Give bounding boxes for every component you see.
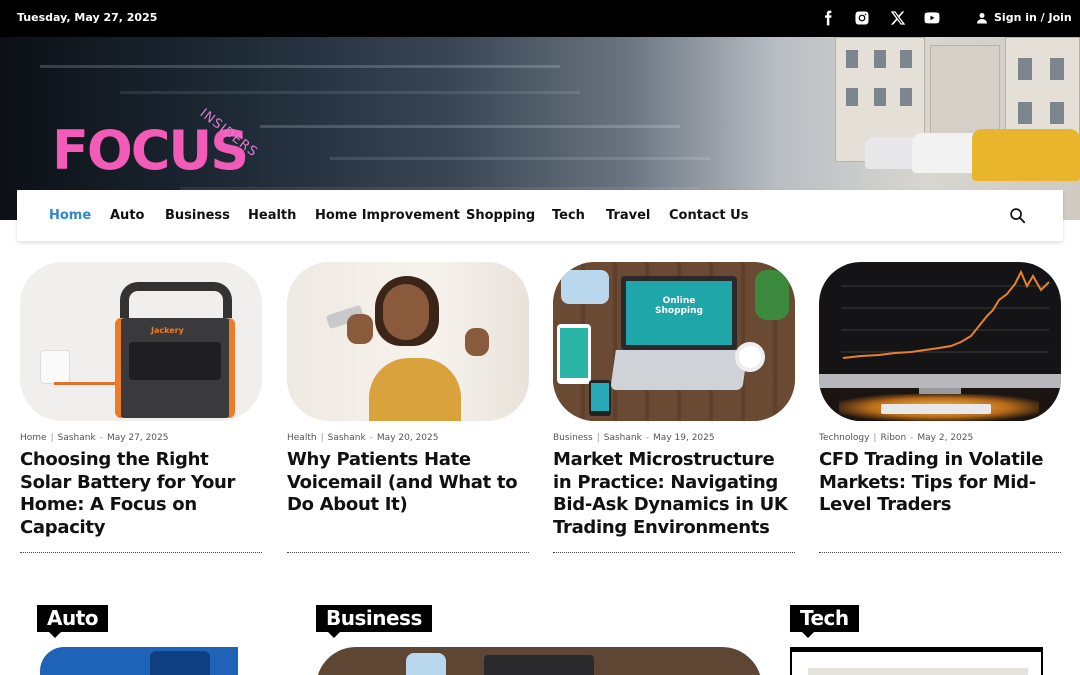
article-title[interactable]: Market Microstructure in Practice: Navig…: [553, 449, 795, 539]
article-meta: Technology | Ribon - May 2, 2025: [819, 433, 974, 443]
battery-brand: Jackery: [151, 326, 184, 335]
article-author[interactable]: Sashank: [328, 433, 366, 443]
nav-item-tech[interactable]: Tech: [552, 208, 585, 223]
article-title[interactable]: Why Patients Hate Voicemail (and What to…: [287, 449, 529, 517]
article-card[interactable]: Technology | Ribon - May 2, 2025 CFD Trading…: [819, 262, 1061, 553]
headphones: [561, 270, 609, 304]
section-label-tech[interactable]: Tech: [790, 605, 859, 638]
card-divider: [287, 552, 529, 553]
article-category[interactable]: Technology: [819, 433, 869, 443]
user-icon: [977, 12, 987, 23]
article-category[interactable]: Business: [553, 433, 593, 443]
nav-item-home[interactable]: Home: [49, 208, 91, 223]
article-meta: Health | Sashank - May 20, 2025: [287, 433, 439, 443]
hand: [347, 314, 373, 344]
hand: [465, 328, 489, 356]
motion-streak: [260, 125, 680, 128]
nav-item-shopping[interactable]: Shopping: [466, 208, 535, 223]
wall-outlet: [40, 350, 70, 384]
article-author[interactable]: Ribon: [880, 433, 906, 443]
card-divider: [553, 552, 795, 553]
nav-item-business[interactable]: Business: [165, 208, 230, 223]
article-title[interactable]: CFD Trading in Volatile Markets: Tips fo…: [819, 449, 1061, 517]
article-thumbnail[interactable]: [819, 262, 1061, 421]
youtube-icon[interactable]: [924, 10, 942, 28]
sign-in-label: Sign in / Join: [994, 11, 1072, 24]
main-navigation: Home Auto Business Health Home Improveme…: [17, 190, 1063, 241]
taxi: [972, 129, 1080, 181]
coffee-cup: [735, 342, 765, 372]
card-divider: [819, 552, 1061, 553]
solar-battery: Jackery: [115, 318, 235, 418]
person-shirt: [369, 358, 461, 421]
section-label-auto[interactable]: Auto: [37, 605, 109, 638]
phone: [589, 380, 611, 416]
article-date: May 19, 2025: [653, 433, 715, 443]
section-label-business[interactable]: Business: [316, 605, 432, 638]
nav-item-home-improvement[interactable]: Home Improvement: [315, 208, 460, 223]
monitor-screen: [821, 264, 1059, 374]
article-thumbnail[interactable]: [287, 262, 529, 421]
instagram-icon[interactable]: [854, 10, 872, 28]
section-thumbnail-business[interactable]: [316, 647, 762, 675]
motion-streak: [330, 157, 710, 160]
x-icon[interactable]: [890, 10, 908, 28]
article-card[interactable]: Online Shopping Business | Sashank - May 19,…: [553, 262, 795, 553]
nav-item-health[interactable]: Health: [248, 208, 296, 223]
current-date: Tuesday, May 27, 2025: [17, 11, 158, 24]
article-date: May 2, 2025: [917, 433, 974, 443]
laptop-screen: Online Shopping: [621, 276, 737, 350]
article-card[interactable]: Jackery Home | Sashank - May 27, 2025 Choosi…: [20, 262, 262, 553]
person-face: [383, 284, 429, 340]
motion-streak: [40, 65, 560, 68]
laptop-keyboard: [610, 350, 748, 390]
article-author[interactable]: Sashank: [604, 433, 642, 443]
article-category[interactable]: Home: [20, 433, 47, 443]
nav-item-auto[interactable]: Auto: [110, 208, 144, 223]
article-meta: Business | Sashank - May 19, 2025: [553, 433, 715, 443]
article-author[interactable]: Sashank: [58, 433, 96, 443]
article-thumbnail[interactable]: Online Shopping: [553, 262, 795, 421]
motion-streak: [120, 91, 580, 94]
article-title[interactable]: Choosing the Right Solar Battery for You…: [20, 449, 262, 539]
cable: [54, 382, 120, 385]
article-thumbnail[interactable]: Jackery: [20, 262, 262, 421]
monitor-bezel: [819, 374, 1061, 388]
section-thumbnail-tech[interactable]: [790, 647, 1043, 675]
section-thumbnail-auto[interactable]: [40, 647, 238, 675]
tablet: [557, 324, 591, 384]
article-meta: Home | Sashank - May 27, 2025: [20, 433, 169, 443]
facebook-icon[interactable]: [820, 10, 838, 28]
site-logo[interactable]: FOCUS INSIDERS: [52, 106, 260, 178]
article-category[interactable]: Health: [287, 433, 317, 443]
article-card[interactable]: Health | Sashank - May 20, 2025 Why Patients…: [287, 262, 529, 553]
battery-handle: [120, 282, 232, 318]
plant: [755, 270, 789, 320]
keyboard: [881, 404, 991, 414]
screen-text: Online Shopping: [655, 296, 703, 316]
nav-item-contact-us[interactable]: Contact Us: [669, 208, 748, 223]
card-divider: [20, 552, 262, 553]
price-chart-graphic: [841, 269, 1050, 359]
nav-item-travel[interactable]: Travel: [606, 208, 650, 223]
sign-in-join-link[interactable]: Sign in / Join: [976, 11, 1072, 24]
search-icon[interactable]: [1009, 207, 1026, 224]
article-date: May 20, 2025: [376, 433, 439, 443]
top-bar: Tuesday, May 27, 2025 Sign in / Join: [0, 0, 1080, 37]
article-date: May 27, 2025: [106, 433, 169, 443]
